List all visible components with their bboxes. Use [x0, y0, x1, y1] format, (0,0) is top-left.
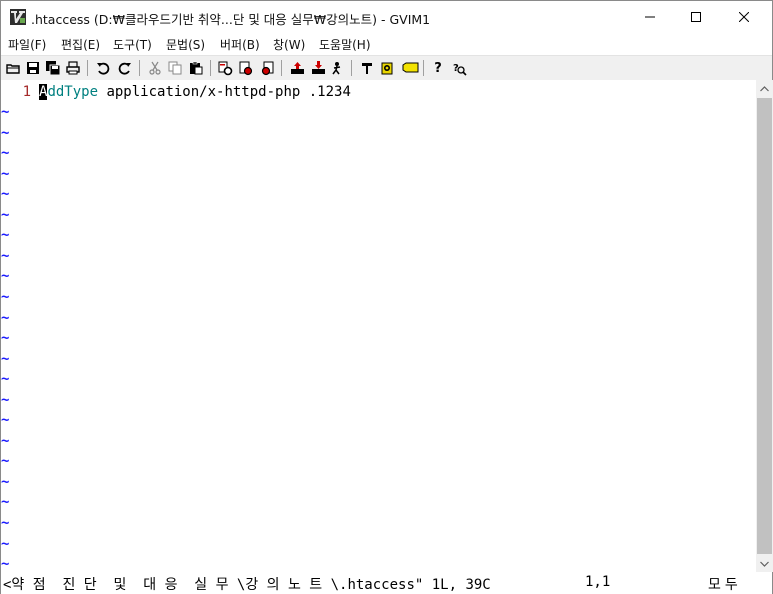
- menu-buffers[interactable]: 버퍼(B): [220, 36, 260, 53]
- toolbar-separator: [210, 60, 211, 76]
- toolbar-separator: [351, 60, 352, 76]
- cursor-position: 1,1: [585, 574, 611, 590]
- empty-line-tilde: ~: [1, 453, 10, 469]
- toolbar: ? ?: [1, 55, 772, 80]
- empty-line-tilde: ~: [1, 371, 10, 387]
- menu-bar: 파일(F) 편집(E) 도구(T) 문법(S) 버퍼(B) 창(W) 도움말(H…: [1, 33, 772, 55]
- paste-icon[interactable]: [187, 59, 205, 77]
- help-icon[interactable]: ?: [429, 59, 447, 77]
- menu-window[interactable]: 창(W): [273, 36, 305, 53]
- empty-line-tilde: ~: [1, 166, 10, 182]
- empty-line-tilde: ~: [1, 310, 10, 326]
- menu-help[interactable]: 도움말(H): [319, 36, 371, 53]
- directive-keyword: ddType: [47, 84, 99, 100]
- toolbar-separator: [281, 60, 282, 76]
- close-button[interactable]: [721, 1, 767, 33]
- empty-line-tilde: ~: [1, 289, 10, 305]
- empty-line-tilde: ~: [1, 248, 10, 264]
- maximize-icon: [691, 12, 701, 22]
- empty-line-tilde: ~: [1, 556, 10, 572]
- empty-line-tilde: ~: [1, 207, 10, 223]
- minimize-icon: [645, 16, 655, 18]
- toolbar-separator: [139, 60, 140, 76]
- empty-line-tilde: ~: [1, 433, 10, 449]
- find-next-icon[interactable]: [237, 59, 255, 77]
- command-line: <약 점 진 단 및 대 응 실 무 \강 의 노 트 \.htaccess" …: [1, 572, 772, 594]
- minimize-button[interactable]: [627, 1, 673, 33]
- empty-line-tilde: ~: [1, 227, 10, 243]
- find-help-icon[interactable]: ?: [450, 59, 468, 77]
- empty-line-tilde: ~: [1, 330, 10, 346]
- empty-line-tilde: ~: [1, 392, 10, 408]
- close-icon: [739, 12, 749, 22]
- empty-line-tilde: ~: [1, 268, 10, 284]
- scroll-percent: 모두: [708, 577, 742, 593]
- toolbar-separator: [87, 60, 88, 76]
- empty-line-tilde: ~: [1, 474, 10, 490]
- empty-line-tilde: ~: [1, 125, 10, 141]
- editor-area[interactable]: 1 AddType application/x-httpd-php .1234 ~…: [1, 80, 756, 572]
- menu-edit[interactable]: 편집(E): [61, 36, 100, 53]
- redo-icon[interactable]: [116, 59, 134, 77]
- scroll-down-button[interactable]: [756, 555, 773, 572]
- toolbar-separator: [423, 60, 424, 76]
- shell-icon[interactable]: [378, 59, 396, 77]
- copy-icon[interactable]: [166, 59, 184, 77]
- undo-icon[interactable]: [94, 59, 112, 77]
- run-script-icon[interactable]: [329, 59, 347, 77]
- directive-arguments: application/x-httpd-php .1234: [98, 84, 351, 100]
- find-prev-icon[interactable]: [258, 59, 276, 77]
- scroll-up-button[interactable]: [756, 80, 773, 97]
- empty-line-tilde: ~: [1, 515, 10, 531]
- chevron-down-icon: [760, 561, 769, 567]
- empty-line-tilde: ~: [1, 186, 10, 202]
- maximize-button[interactable]: [673, 1, 719, 33]
- empty-line-tilde: ~: [1, 494, 10, 510]
- chevron-up-icon: [760, 85, 769, 91]
- menu-syntax[interactable]: 문법(S): [166, 36, 205, 53]
- status-message: <약 점 진 단 및 대 응 실 무 \강 의 노 트 \.htaccess" …: [3, 577, 491, 593]
- menu-file[interactable]: 파일(F): [8, 36, 46, 53]
- gvim-app-icon[interactable]: [10, 9, 26, 25]
- empty-line-tilde: ~: [1, 104, 10, 120]
- save-all-icon[interactable]: [44, 59, 62, 77]
- empty-line-tilde: ~: [1, 412, 10, 428]
- title-bar[interactable]: .htaccess (D:₩클라우드기반 취약...단 및 대응 실무₩강의노트…: [1, 1, 772, 33]
- save-icon[interactable]: [24, 59, 42, 77]
- scroll-thumb[interactable]: [757, 98, 772, 554]
- empty-line-tilde: ~: [1, 145, 10, 161]
- save-session-icon[interactable]: [309, 59, 327, 77]
- window-title: .htaccess (D:₩클라우드기반 취약...단 및 대응 실무₩강의노트…: [31, 12, 431, 27]
- vertical-scrollbar[interactable]: [756, 80, 773, 572]
- tags-icon[interactable]: [401, 59, 419, 77]
- code-line-1[interactable]: 1 AddType application/x-httpd-php .1234: [1, 82, 351, 102]
- open-icon[interactable]: [4, 59, 22, 77]
- empty-line-tilde: ~: [1, 536, 10, 552]
- gvim-window: .htaccess (D:₩클라우드기반 취약...단 및 대응 실무₩강의노트…: [0, 0, 773, 594]
- cut-icon[interactable]: [146, 59, 164, 77]
- menu-tools[interactable]: 도구(T): [113, 36, 152, 53]
- make-icon[interactable]: [358, 59, 376, 77]
- line-number: 1: [22, 84, 31, 100]
- replace-icon[interactable]: [216, 59, 234, 77]
- empty-line-tilde: ~: [1, 351, 10, 367]
- load-session-icon[interactable]: [288, 59, 306, 77]
- print-icon[interactable]: [64, 59, 82, 77]
